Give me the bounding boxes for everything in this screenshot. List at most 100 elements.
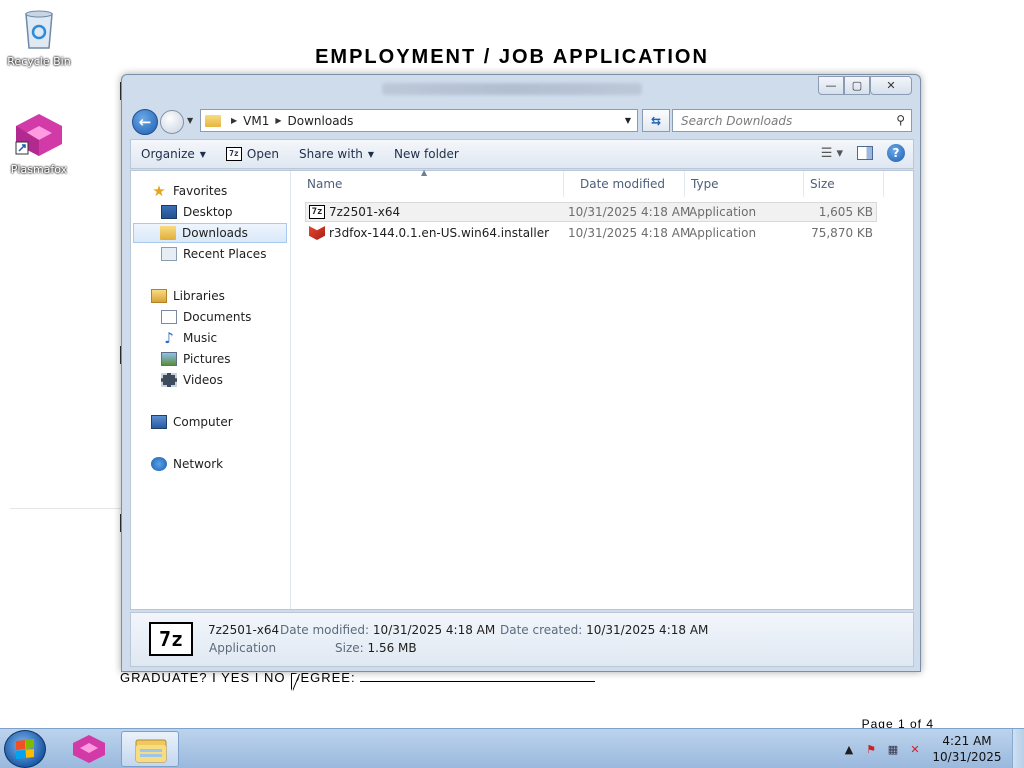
search-input[interactable]: Search Downloads ⚲ (672, 109, 912, 132)
navigation-bar: ← ▼ ▶ VM1 ▶ Downloads ▼ ⇆ Search Downloa… (130, 107, 914, 135)
change-view-icon[interactable]: ☰ ▾ (821, 146, 843, 161)
show-desktop-button[interactable] (1012, 729, 1024, 768)
file-date: 10/31/2025 4:18 AM (568, 226, 691, 240)
file-name: 7z2501-x64 (329, 205, 401, 219)
new-folder-button[interactable]: New folder (384, 147, 469, 161)
share-with-label: Share with (298, 147, 363, 161)
details-date-modified-value: 10/31/2025 4:18 AM (372, 623, 496, 637)
breadcrumb-downloads[interactable]: Downloads (288, 114, 354, 128)
nav-downloads-label: Downloads (182, 226, 248, 240)
file-type: Application (689, 226, 757, 240)
column-type-label: Type (691, 177, 719, 191)
nav-network[interactable]: Network (151, 454, 223, 474)
nav-pictures[interactable]: Pictures (161, 349, 231, 369)
nav-desktop[interactable]: Desktop (161, 202, 233, 222)
desktop-icon-recycle-bin[interactable]: Recycle Bin (4, 6, 74, 68)
clock-date: 10/31/2025 (932, 750, 1002, 764)
nav-desktop-label: Desktop (183, 205, 233, 219)
open-label: Open (246, 147, 279, 161)
network-status-icon[interactable]: ▦ (885, 741, 901, 757)
clock[interactable]: 4:21 AM 10/31/2025 (926, 733, 1008, 765)
file-row[interactable]: r3dfox-144.0.1.en-US.win64.installer 10/… (305, 223, 877, 243)
search-placeholder: Search Downloads (681, 113, 793, 128)
title-bar-blurred (382, 83, 642, 95)
graduate-line-text: GRADUATE? I YES I NO DEGREE: (120, 670, 356, 685)
nav-computer[interactable]: Computer (151, 412, 233, 432)
breadcrumb-chevron-icon[interactable]: ▶ (231, 116, 237, 125)
recent-places-icon (161, 247, 177, 261)
preview-pane-icon[interactable] (857, 146, 873, 160)
nav-videos-label: Videos (183, 373, 223, 387)
nav-libraries[interactable]: Libraries (151, 286, 225, 306)
file-list: Name ▲ Date modified Type Size 7z 7z2501-… (291, 168, 913, 609)
details-date-modified: Date modified: 10/31/2025 4:18 AM (280, 623, 495, 637)
forward-button[interactable] (160, 110, 184, 134)
maximize-icon: ▢ (851, 79, 863, 92)
details-kind: Application (209, 641, 277, 655)
refresh-button[interactable]: ⇆ (642, 109, 670, 132)
column-date-modified[interactable]: Date modified (564, 171, 685, 197)
plasmafox-icon (73, 735, 105, 763)
volume-muted-icon[interactable]: ✕ (907, 741, 923, 757)
start-button[interactable] (4, 730, 46, 768)
recycle-bin-label: Recycle Bin (7, 55, 71, 68)
organize-button[interactable]: Organize ▼ (131, 147, 216, 161)
navigation-pane: ★ Favorites Desktop Downloads Recent Plac… (131, 171, 291, 609)
address-bar[interactable]: ▶ VM1 ▶ Downloads ▼ (200, 109, 638, 132)
details-size: Size: 1.56 MB (335, 641, 417, 655)
details-name: 7z2501-x64 (208, 623, 280, 637)
open-button[interactable]: 7z Open (216, 147, 289, 161)
help-icon[interactable]: ? (887, 144, 905, 162)
maximize-button[interactable]: ▢ (844, 76, 870, 95)
search-icon[interactable]: ⚲ (896, 113, 905, 127)
share-with-button[interactable]: Share with ▼ (289, 147, 384, 161)
nav-favorites-label: Favorites (173, 184, 228, 198)
taskbar-plasmafox[interactable] (60, 731, 118, 767)
nav-computer-label: Computer (173, 415, 233, 429)
breadcrumb-vm1[interactable]: VM1 (243, 114, 269, 128)
7zip-icon: 7z (225, 147, 242, 161)
back-button[interactable]: ← (132, 109, 158, 135)
plasmafox-label: Plasmafox (10, 163, 68, 176)
r3dfox-icon (309, 226, 325, 240)
minimize-button[interactable]: — (818, 76, 844, 95)
nav-videos[interactable]: Videos (161, 370, 223, 390)
file-size: 1,605 KB (818, 205, 873, 219)
nav-libraries-label: Libraries (173, 289, 225, 303)
recycle-bin-icon (25, 10, 53, 49)
nav-recent-places-label: Recent Places (183, 247, 267, 261)
videos-icon (161, 373, 177, 387)
close-button[interactable]: ✕ (870, 76, 912, 95)
nav-documents[interactable]: Documents (161, 307, 251, 327)
details-pane: 7z 7z2501-x64 Application Date modified:… (130, 612, 914, 667)
show-hidden-icons-icon[interactable]: ▲ (841, 741, 857, 757)
nav-recent-places[interactable]: Recent Places (161, 244, 266, 264)
action-center-icon[interactable]: ⚑ (863, 741, 879, 757)
column-date-modified-label: Date modified (580, 177, 666, 191)
details-date-created-label: Date created: (500, 623, 583, 637)
nav-music-label: Music (183, 331, 218, 345)
degree-underline (359, 672, 595, 682)
column-type[interactable]: Type (685, 171, 804, 197)
clock-time: 4:21 AM (942, 734, 992, 748)
nav-downloads[interactable]: Downloads (133, 223, 287, 243)
column-name[interactable]: Name ▲ (291, 168, 564, 197)
folder-icon (205, 114, 221, 127)
network-icon (151, 457, 167, 471)
7zip-large-icon: 7z (149, 622, 193, 656)
address-dropdown-icon[interactable]: ▼ (625, 116, 631, 125)
documents-icon (161, 310, 177, 324)
column-size[interactable]: Size (804, 171, 884, 197)
folder-icon (135, 739, 167, 763)
history-dropdown-icon[interactable]: ▼ (187, 116, 193, 125)
nav-music[interactable]: ♪ Music (161, 328, 217, 348)
file-row[interactable]: 7z 7z2501-x64 10/31/2025 4:18 AM Applica… (305, 202, 877, 222)
7zip-icon: 7z (309, 205, 325, 219)
system-tray: ▲ ⚑ ▦ ✕ 4:21 AM 10/31/2025 (838, 729, 1024, 768)
refresh-icon: ⇆ (650, 113, 662, 128)
taskbar-explorer[interactable] (121, 731, 179, 767)
nav-favorites[interactable]: ★ Favorites (151, 181, 227, 201)
desktop-icon-plasmafox[interactable]: Plasmafox (4, 112, 74, 176)
windows-logo-icon (16, 739, 34, 759)
breadcrumb-chevron-icon[interactable]: ▶ (275, 116, 281, 125)
